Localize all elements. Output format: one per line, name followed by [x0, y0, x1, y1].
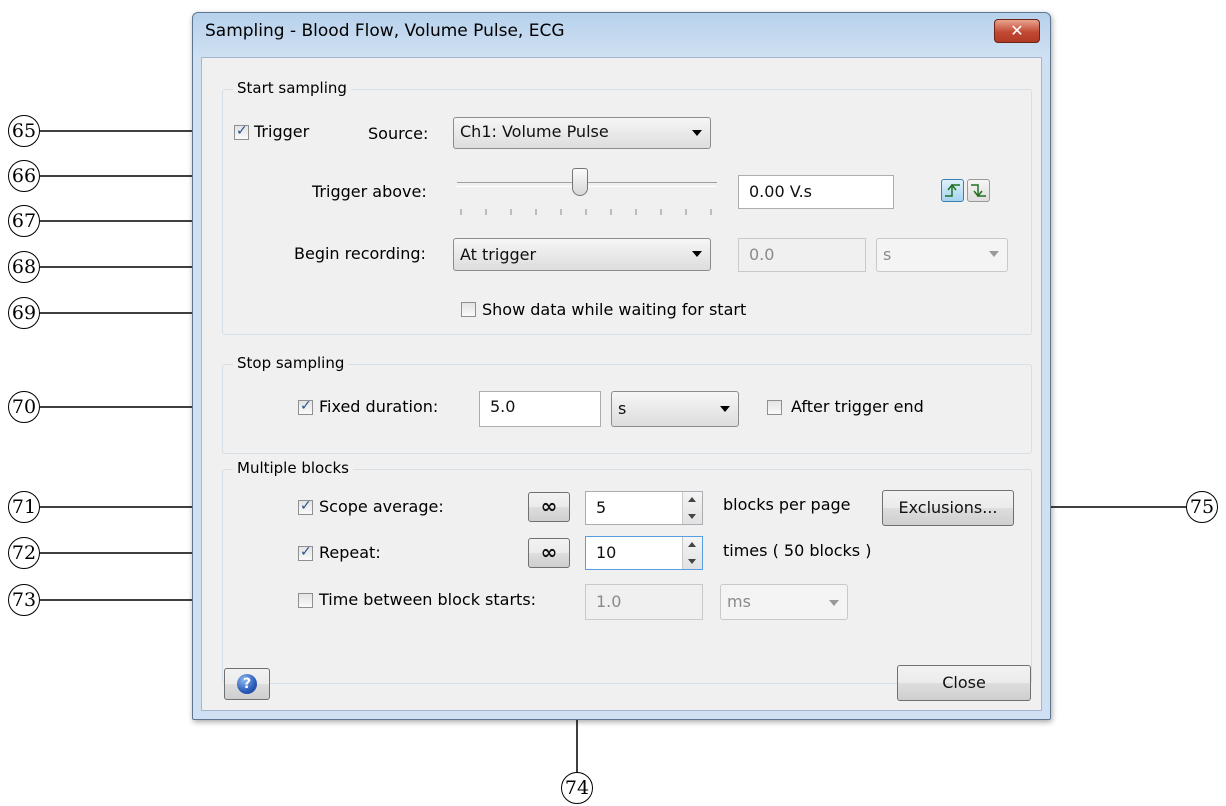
- callout-70: 70: [8, 391, 40, 423]
- callout-73: 73: [8, 584, 40, 616]
- source-label: Source:: [368, 124, 429, 143]
- trigger-level-input[interactable]: 0.00 V.s: [738, 175, 894, 209]
- dialog-client-area: Start sampling Trigger Source: Ch1: Volu…: [201, 57, 1042, 711]
- time-between-input[interactable]: 1.0: [585, 584, 703, 620]
- window-title: Sampling - Blood Flow, Volume Pulse, ECG: [205, 21, 565, 41]
- after-trigger-end-checkbox[interactable]: [767, 400, 782, 415]
- spin-down-icon: [688, 559, 696, 564]
- begin-recording-label: Begin recording:: [294, 244, 426, 263]
- chevron-down-icon: [692, 130, 702, 136]
- chevron-down-icon: [829, 600, 839, 606]
- exclusions-button[interactable]: Exclusions...: [882, 490, 1014, 526]
- pretrigger-unit-value: s: [883, 245, 892, 264]
- show-data-label: Show data while waiting for start: [482, 300, 747, 319]
- begin-recording-value: At trigger: [460, 245, 537, 264]
- trigger-checkbox[interactable]: [234, 123, 249, 140]
- show-data-checkbox[interactable]: [461, 302, 476, 317]
- chevron-down-icon: [692, 251, 702, 257]
- sampling-dialog: Sampling - Blood Flow, Volume Pulse, ECG…: [192, 12, 1051, 720]
- trigger-label: Trigger: [254, 122, 310, 141]
- callout-74: 74: [561, 772, 593, 804]
- repeat-checkbox[interactable]: [298, 544, 313, 561]
- begin-recording-select[interactable]: At trigger: [453, 238, 711, 271]
- pretrigger-delay-input[interactable]: 0.0: [738, 238, 866, 272]
- window-close-icon[interactable]: ✕: [994, 19, 1040, 43]
- after-trigger-end-label: After trigger end: [791, 397, 924, 416]
- fixed-duration-input[interactable]: 5.0: [479, 391, 601, 427]
- infinity-icon: ∞: [540, 494, 558, 518]
- help-button[interactable]: ?: [224, 668, 270, 700]
- time-between-unit-select[interactable]: ms: [720, 584, 848, 620]
- callout-72: 72: [8, 537, 40, 569]
- falling-edge-button[interactable]: [967, 179, 990, 202]
- start-sampling-group-label: Start sampling: [233, 79, 351, 97]
- blocks-per-page-label: blocks per page: [723, 495, 851, 514]
- rising-edge-button[interactable]: [941, 179, 964, 202]
- chevron-down-icon: [720, 406, 730, 412]
- trigger-above-label: Trigger above:: [312, 182, 427, 201]
- trigger-level-slider-thumb[interactable]: [572, 168, 588, 196]
- callout-65: 65: [8, 115, 40, 147]
- spin-down-icon: [688, 514, 696, 519]
- scope-average-label: Scope average:: [319, 497, 444, 516]
- source-select-value: Ch1: Volume Pulse: [460, 122, 609, 141]
- rising-edge-icon: [945, 183, 960, 197]
- scope-average-input[interactable]: 5: [585, 491, 703, 525]
- scope-average-value: 5: [596, 498, 607, 517]
- time-between-checkbox[interactable]: [298, 593, 313, 608]
- callout-71: 71: [8, 491, 40, 523]
- scope-average-stepper[interactable]: [682, 492, 702, 524]
- slider-ticks: [460, 209, 712, 215]
- fixed-duration-checkbox[interactable]: [298, 398, 313, 415]
- callout-67: 67: [8, 205, 40, 237]
- fixed-duration-unit-select[interactable]: s: [611, 391, 739, 427]
- repeat-stepper[interactable]: [682, 537, 702, 569]
- spin-up-icon: [688, 497, 696, 502]
- callout-69: 69: [8, 297, 40, 329]
- pretrigger-unit-select[interactable]: s: [876, 238, 1008, 272]
- falling-edge-icon: [971, 184, 986, 198]
- fixed-duration-unit-value: s: [618, 399, 627, 418]
- source-select[interactable]: Ch1: Volume Pulse: [453, 117, 711, 149]
- infinity-icon: ∞: [540, 540, 558, 564]
- time-between-label: Time between block starts:: [319, 590, 537, 609]
- help-icon: ?: [237, 674, 257, 694]
- scope-average-checkbox[interactable]: [298, 498, 313, 515]
- chevron-down-icon: [989, 251, 999, 257]
- callout-75: 75: [1186, 491, 1218, 523]
- spin-up-icon: [688, 542, 696, 547]
- stop-sampling-group-label: Stop sampling: [233, 354, 349, 372]
- repeat-input[interactable]: 10: [585, 536, 703, 570]
- multiple-blocks-group-label: Multiple blocks: [233, 459, 353, 477]
- repeat-label: Repeat:: [319, 543, 381, 562]
- repeat-times-label: times ( 50 blocks ): [723, 541, 872, 560]
- time-between-unit-value: ms: [727, 592, 751, 611]
- scope-average-infinite-button[interactable]: ∞: [528, 492, 570, 522]
- repeat-infinite-button[interactable]: ∞: [528, 538, 570, 568]
- repeat-value: 10: [596, 543, 617, 562]
- fixed-duration-label: Fixed duration:: [319, 397, 439, 416]
- callout-68: 68: [8, 251, 40, 283]
- close-button[interactable]: Close: [897, 665, 1031, 701]
- callout-66: 66: [8, 160, 40, 192]
